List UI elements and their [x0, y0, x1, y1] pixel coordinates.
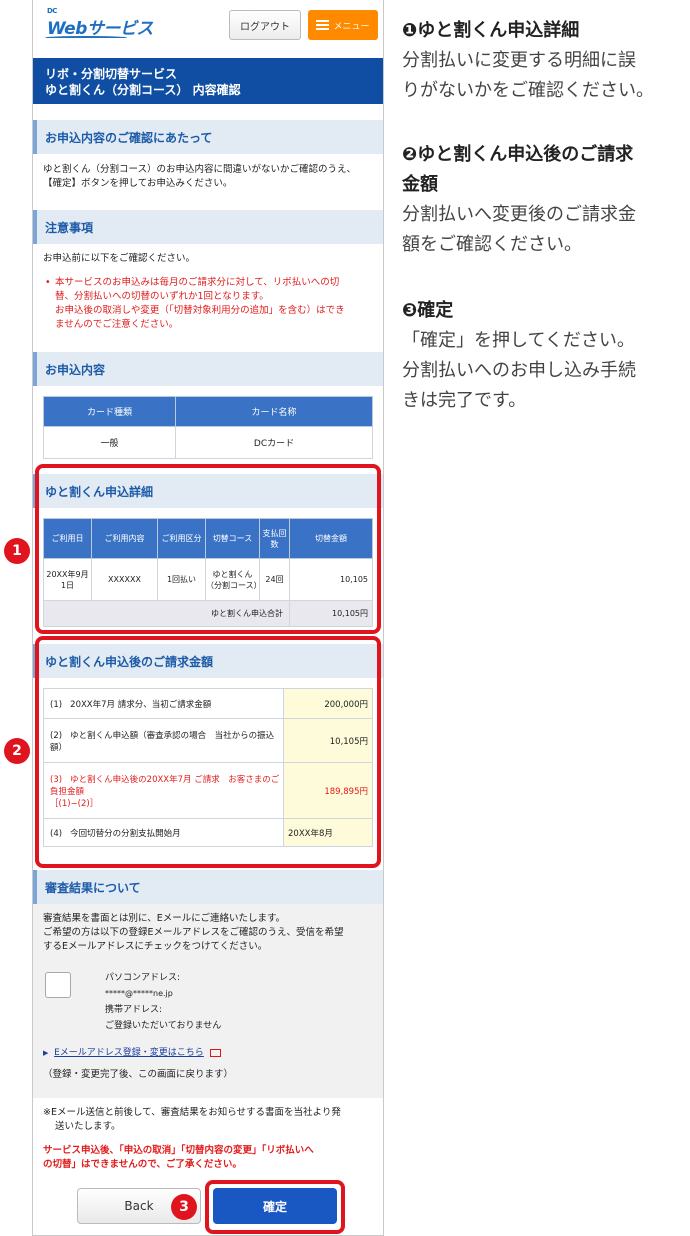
highlight-detail: [35, 464, 381, 634]
footer-warning: サービス申込後、「申込の取消」「切替内容の変更」「リボ払いへ の切替」はできませ…: [43, 1144, 373, 1172]
pc-address-label: パソコンアドレス:: [105, 973, 181, 983]
email-change-link[interactable]: ▶ Eメールアドレス登録・変更はこちら: [43, 1046, 373, 1060]
footer-note2: 送いたします。: [55, 1121, 121, 1132]
caution-bullet-item: • 本サービスのお申込みは毎月のご請求分に対して、リボ払いへの切 替、分割払いへ…: [45, 276, 373, 332]
pc-address-checkbox[interactable]: [45, 972, 71, 998]
footer-warn1: サービス申込後、「申込の取消」「切替内容の変更」「リボ払いへ: [43, 1145, 314, 1156]
mobile-address-value: ご登録いただいておりません: [105, 1021, 222, 1031]
app-header: DC Webサービス ログアウト メニュー: [33, 0, 383, 52]
phone-screen: DC Webサービス ログアウト メニュー リボ・分割切替サービス ゆと割くん（…: [32, 0, 384, 1236]
external-window-icon: [209, 1048, 221, 1057]
explanation-3-line1: 「確定」を押してください。: [402, 330, 635, 351]
caution-line2: 替、分割払いへの切替のいずれか1回となります。: [55, 291, 269, 302]
footer-warn2: の切替」はできませんので、ご了承ください。: [43, 1159, 242, 1170]
explanation-2-line1: 分割払いへ変更後のご請求金: [402, 204, 636, 225]
logo-sup: DC: [47, 7, 57, 15]
caution-line3: お申込後の取消しや変更（「切替対象利用分の追加」を含む）はでき: [55, 305, 345, 316]
page-title-line2: ゆと割くん（分割コース） 内容確認: [45, 83, 241, 97]
explanation-3-line3: きは完了です。: [402, 390, 527, 411]
page-title: リボ・分割切替サービス ゆと割くん（分割コース） 内容確認: [33, 58, 383, 104]
review-line1: 審査結果を書面とは別に、Eメールにご連絡いたします。: [43, 913, 286, 924]
card-name-value: DCカード: [175, 426, 373, 459]
caution-line4: ませんのでご注意ください。: [55, 319, 179, 330]
explanation-1-title: ❶ゆと割くん申込詳細: [402, 20, 580, 41]
explanation-3-title: ❸確定: [402, 300, 454, 321]
hamburger-icon: [316, 20, 330, 30]
col-card-name: カード名称: [175, 396, 373, 427]
address-list: パソコンアドレス: *****@*****ne.jp 携帯アドレス: ご登録いた…: [105, 970, 365, 1034]
triangle-icon: ▶: [43, 1049, 49, 1057]
explanation-2-title-line1: ❷ゆと割くん申込後のご請求: [402, 144, 634, 165]
caution-list: • 本サービスのお申込みは毎月のご請求分に対して、リボ払いへの切 替、分割払いへ…: [45, 276, 373, 332]
explanation-1-line1: 分割払いに変更する明細に誤: [402, 50, 636, 71]
review-text: 審査結果を書面とは別に、Eメールにご連絡いたします。 ご希望の方は以下の登録Eメ…: [43, 912, 373, 954]
section-heading-review: 審査結果について: [33, 870, 383, 904]
card-table: カード種類 カード名称 一般 DCカード: [43, 396, 373, 459]
review-line3: するEメールアドレスにチェックをつけてください。: [43, 941, 268, 952]
section-heading-caution: 注意事項: [33, 210, 383, 244]
explanation-3-body: 「確定」を押してください。 分割払いへのお申し込み手続 きは完了です。: [402, 326, 690, 416]
menu-button[interactable]: メニュー: [308, 10, 378, 40]
highlight-confirm: [205, 1180, 345, 1234]
logout-button[interactable]: ログアウト: [229, 10, 301, 40]
explanation-2-title: ❷ゆと割くん申込後のご請求 金額: [402, 140, 690, 200]
explanation-3-line2: 分割払いへのお申し込み手続: [402, 360, 636, 381]
footer-note1: ※Eメール送信と前後して、審査結果をお知らせする書面を当社より発: [43, 1107, 341, 1118]
pc-address-value: *****@*****ne.jp: [105, 989, 173, 998]
page-title-line1: リボ・分割切替サービス: [45, 67, 178, 81]
explanation-2-body: 分割払いへ変更後のご請求金 額をご確認ください。: [402, 200, 690, 260]
caution-line1: 本サービスのお申込みは毎月のご請求分に対して、リボ払いへの切: [55, 277, 340, 288]
explanation-2-title-line2: 金額: [402, 174, 438, 195]
section-heading-application: お申込内容: [33, 352, 383, 386]
badge-1-icon: 1: [4, 538, 30, 564]
section-heading-confirm: お申込内容のご確認にあたって: [33, 120, 383, 154]
return-note: （登録・変更完了後、この画面に戻ります）: [43, 1069, 234, 1080]
confirm-line2: 【確定】ボタンを押してお申込みください。: [43, 178, 233, 189]
highlight-billing: [35, 636, 381, 868]
explanation-2-line2: 額をご確認ください。: [402, 234, 582, 255]
confirm-line1: ゆと割くん（分割コース）のお申込内容に間違いがないかご確認のうえ、: [43, 164, 357, 175]
menu-label: メニュー: [333, 21, 370, 32]
logo-swoosh-icon: [45, 36, 127, 39]
confirm-notes-text: ゆと割くん（分割コース）のお申込内容に間違いがないかご確認のうえ、 【確定】ボタ…: [43, 163, 373, 191]
footer-note: ※Eメール送信と前後して、審査結果をお知らせする書面を当社より発 送いたします。: [43, 1106, 373, 1134]
review-line2: ご希望の方は以下の登録Eメールアドレスをご確認のうえ、受信を希望: [43, 927, 344, 938]
bullet-icon: •: [45, 277, 51, 288]
explanation-1-body: 分割払いに変更する明細に誤 りがないかをご確認ください。: [402, 46, 690, 106]
mobile-address-label: 携帯アドレス:: [105, 1005, 163, 1015]
card-type-value: 一般: [43, 426, 176, 459]
caution-intro: お申込前に以下をご確認ください。: [43, 253, 196, 264]
badge-3-icon: 3: [171, 1194, 197, 1220]
email-link-label: Eメールアドレス登録・変更はこちら: [54, 1048, 204, 1058]
explanation-1-line2: りがないかをご確認ください。: [402, 80, 654, 101]
badge-2-icon: 2: [4, 738, 30, 764]
col-card-type: カード種類: [43, 396, 176, 427]
